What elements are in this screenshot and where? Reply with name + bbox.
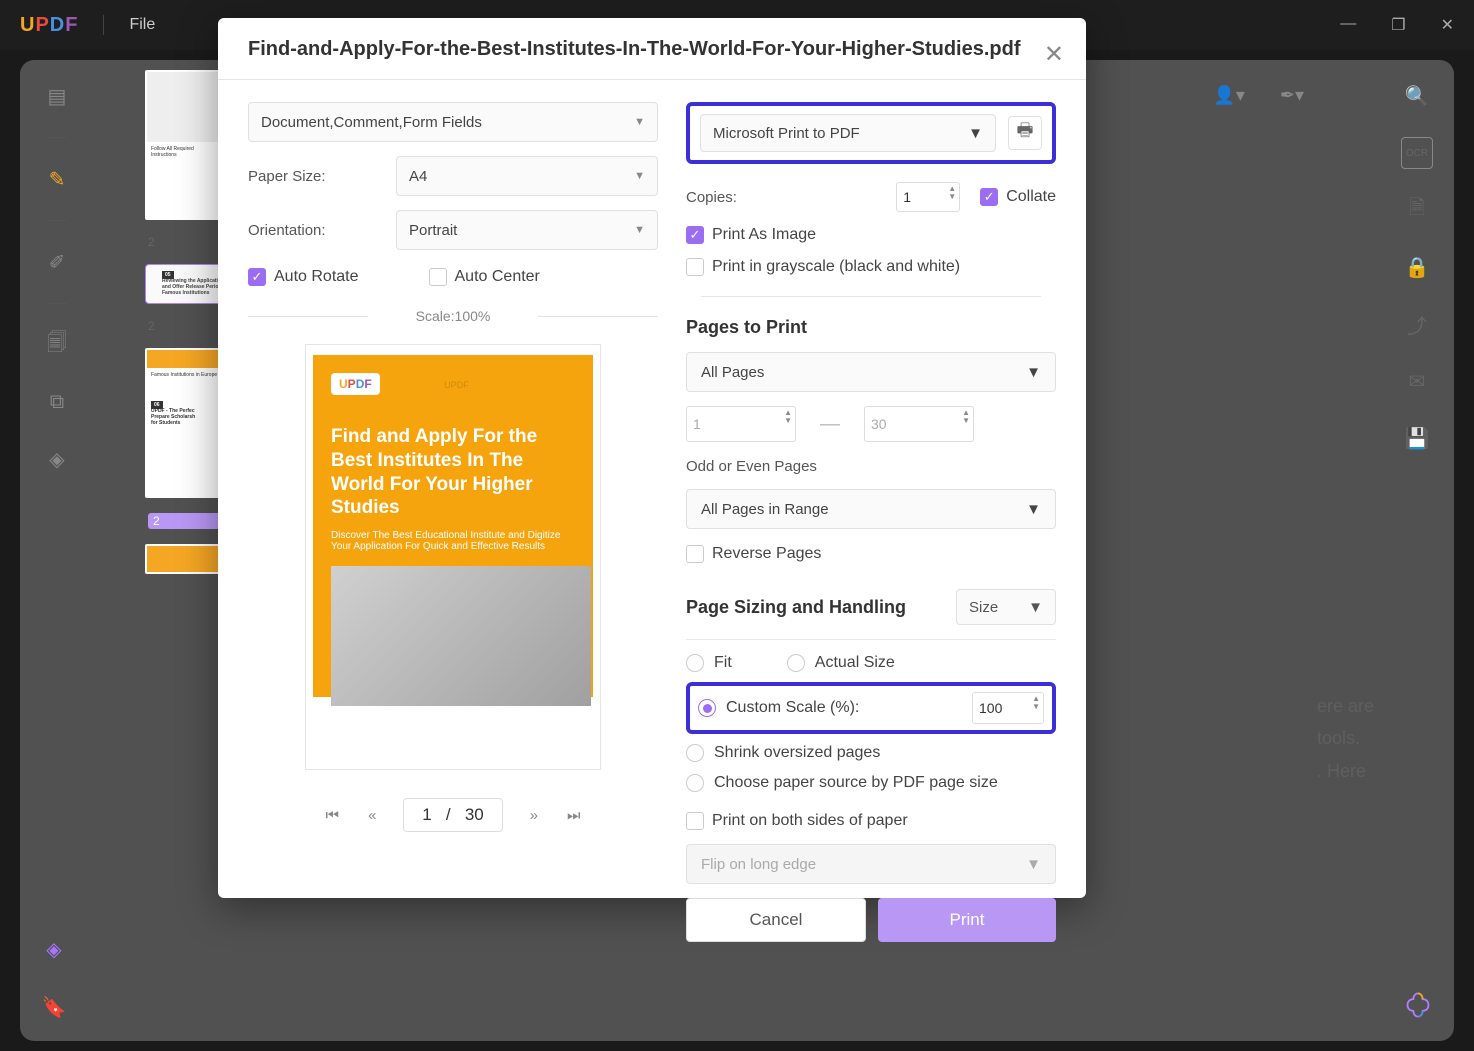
choose-source-label: Choose paper source by PDF page size [714,774,998,792]
grayscale-label: Print in grayscale (black and white) [712,258,960,276]
printer-select[interactable]: Microsoft Print to PDF▼ [700,114,996,152]
range-from-input[interactable]: 1▲▼ [686,406,796,442]
custom-scale-radio[interactable] [698,699,716,717]
paper-size-select[interactable]: A4▼ [396,156,658,196]
custom-scale-label: Custom Scale (%): [726,699,859,717]
prev-page-button[interactable]: « [363,806,381,824]
copies-label: Copies: [686,189,737,206]
scale-label: Scale:100% [248,308,658,324]
preview-subtitle: Discover The Best Educational Institute … [331,530,561,552]
copies-input[interactable]: 1▲▼ [896,182,960,212]
share-icon[interactable]: ⤴ [1401,308,1433,340]
auto-rotate-checkbox[interactable]: ✓ [248,268,266,286]
last-page-button[interactable]: ⏭ [565,806,583,824]
range-to-input[interactable]: 30▲▼ [864,406,974,442]
ai-icon[interactable] [1402,989,1434,1021]
custom-scale-highlight: Custom Scale (%): 100▲▼ [686,682,1056,734]
collate-checkbox[interactable]: ✓ [980,188,998,206]
reverse-label: Reverse Pages [712,545,821,563]
search-icon[interactable]: 🔍 [1401,80,1433,112]
maximize-icon[interactable]: ❐ [1391,15,1405,35]
divider [103,15,104,35]
sign-menu-icon[interactable]: ✒▾ [1280,85,1304,106]
fit-label: Fit [714,654,732,672]
orientation-select[interactable]: Portrait▼ [396,210,658,250]
custom-scale-input[interactable]: 100▲▼ [972,692,1044,724]
shrink-radio[interactable] [686,744,704,762]
app-logo: UPDF [20,14,78,37]
choose-source-radio[interactable] [686,774,704,792]
pages-to-print-header: Pages to Print [686,317,1056,338]
preview-photo [331,566,591,706]
file-menu[interactable]: File [129,16,155,34]
shrink-label: Shrink oversized pages [714,744,880,762]
sizing-header: Page Sizing and Handling [686,597,906,618]
minimize-icon[interactable]: — [1340,15,1356,35]
auto-rotate-label: Auto Rotate [274,268,359,285]
dialog-title: Find-and-Apply-For-the-Best-Institutes-I… [248,38,1056,61]
actual-size-label: Actual Size [815,654,895,672]
odd-even-select[interactable]: All Pages in Range▼ [686,489,1056,529]
range-dash: — [820,413,840,436]
printer-settings-icon[interactable]: 🖶 [1008,116,1042,150]
collate-label: Collate [1006,188,1056,205]
auto-center-checkbox[interactable] [429,268,447,286]
print-as-image-checkbox[interactable]: ✓ [686,226,704,244]
preview-brand: UPDF [331,373,380,395]
pages-mode-select[interactable]: All Pages▼ [686,352,1056,392]
preview-title: Find and Apply For the Best Institutes I… [331,425,575,520]
reader-icon[interactable]: ▤ [41,80,73,112]
layers-icon[interactable]: ◈ [40,935,68,963]
background-text: ere are tools. . Here [1317,690,1374,787]
both-sides-checkbox[interactable] [686,812,704,830]
print-dialog: Find-and-Apply-For-the-Best-Institutes-I… [218,18,1086,898]
print-preview: UPDF UPDF Find and Apply For the Best In… [305,344,601,770]
next-page-button[interactable]: » [525,806,543,824]
fit-radio[interactable] [686,654,704,672]
ocr-icon[interactable]: OCR [1401,137,1433,169]
actual-size-radio[interactable] [787,654,805,672]
close-dialog-button[interactable]: ✕ [1044,40,1064,69]
flip-select: Flip on long edge▼ [686,844,1056,884]
save-icon[interactable]: 💾 [1401,422,1433,454]
bookmark-icon[interactable]: 🔖 [40,993,68,1021]
mail-icon[interactable]: ✉ [1401,365,1433,397]
user-menu-icon[interactable]: 👤▾ [1213,85,1244,106]
odd-even-label: Odd or Even Pages [686,458,1056,475]
first-page-button[interactable]: ⏮ [323,806,341,824]
size-mode-select[interactable]: Size▼ [956,589,1056,625]
print-as-image-label: Print As Image [712,226,816,244]
printer-highlight: Microsoft Print to PDF▼ 🖶 [686,102,1056,164]
page-indicator[interactable]: 1 / 30 [403,798,502,832]
auto-center-label: Auto Center [455,268,540,285]
reverse-checkbox[interactable] [686,545,704,563]
content-select[interactable]: Document,Comment,Form Fields▼ [248,102,658,142]
both-sides-label: Print on both sides of paper [712,812,908,830]
grayscale-checkbox[interactable] [686,258,704,276]
stamp-icon[interactable]: ◈ [41,443,73,475]
close-icon[interactable]: ✕ [1441,15,1454,35]
protect-icon[interactable]: 🔒 [1401,251,1433,283]
page-icon[interactable]: 🗐 [41,329,73,361]
print-button[interactable]: Print [878,898,1056,942]
orientation-label: Orientation: [248,222,386,239]
highlighter-icon[interactable]: ✎ [41,163,73,195]
edit-icon[interactable]: ✐ [41,246,73,278]
cancel-button[interactable]: Cancel [686,898,866,942]
watermark-icon[interactable]: 🗎 [1401,194,1433,226]
crop-icon[interactable]: ⧉ [41,386,73,418]
paper-size-label: Paper Size: [248,168,386,185]
